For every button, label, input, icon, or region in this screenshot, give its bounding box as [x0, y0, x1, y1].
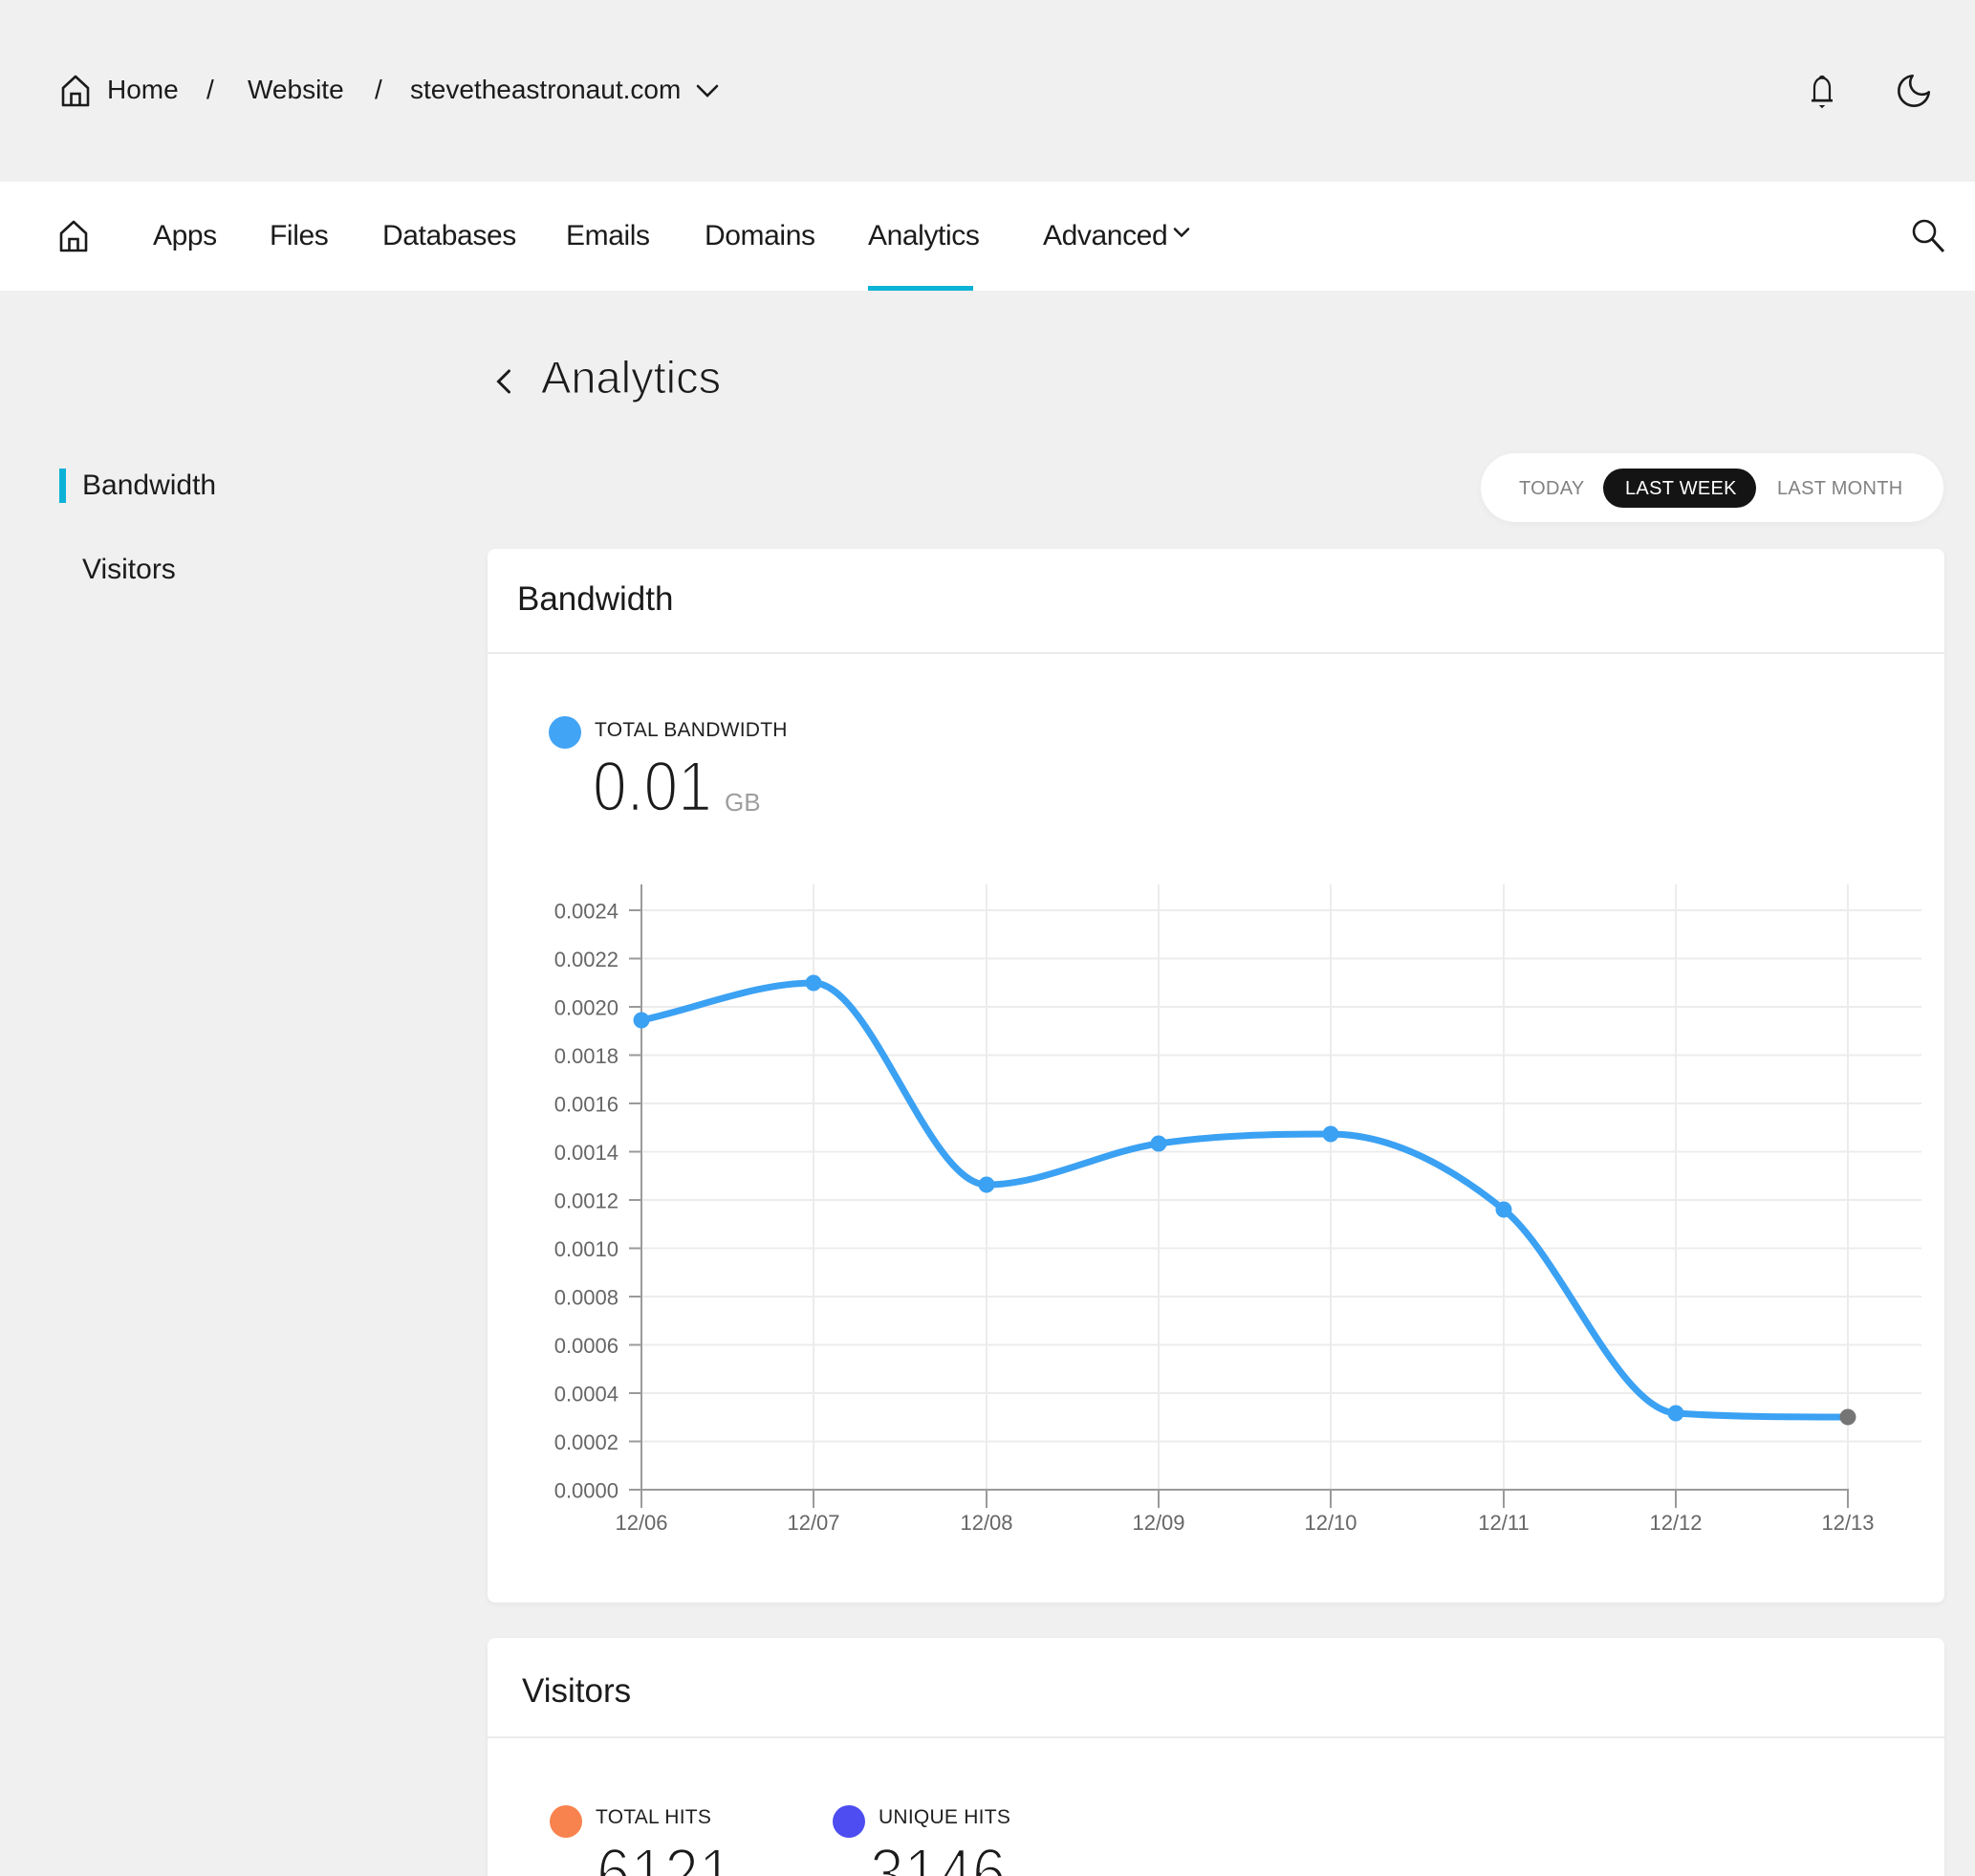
svg-text:0.0002: 0.0002	[554, 1430, 619, 1454]
svg-text:0.0020: 0.0020	[554, 995, 619, 1019]
svg-text:12/06: 12/06	[615, 1511, 667, 1535]
svg-text:0.0016: 0.0016	[554, 1092, 619, 1116]
svg-text:0.0024: 0.0024	[554, 899, 619, 923]
svg-text:0.0014: 0.0014	[554, 1141, 619, 1165]
svg-text:12/09: 12/09	[1132, 1511, 1184, 1535]
svg-text:0.0010: 0.0010	[554, 1237, 619, 1261]
svg-text:12/08: 12/08	[960, 1511, 1012, 1535]
svg-text:0.0004: 0.0004	[554, 1382, 619, 1406]
svg-text:0.0006: 0.0006	[554, 1334, 619, 1358]
svg-text:12/13: 12/13	[1821, 1511, 1874, 1535]
svg-text:0.0018: 0.0018	[554, 1044, 619, 1068]
svg-text:0.0012: 0.0012	[554, 1189, 619, 1212]
svg-text:12/07: 12/07	[787, 1511, 839, 1535]
svg-text:12/10: 12/10	[1304, 1511, 1356, 1535]
svg-text:0.0022: 0.0022	[554, 948, 619, 971]
svg-text:12/12: 12/12	[1649, 1511, 1702, 1535]
svg-text:12/11: 12/11	[1478, 1511, 1529, 1535]
svg-text:0.0000: 0.0000	[554, 1478, 619, 1502]
svg-text:0.0008: 0.0008	[554, 1285, 619, 1309]
